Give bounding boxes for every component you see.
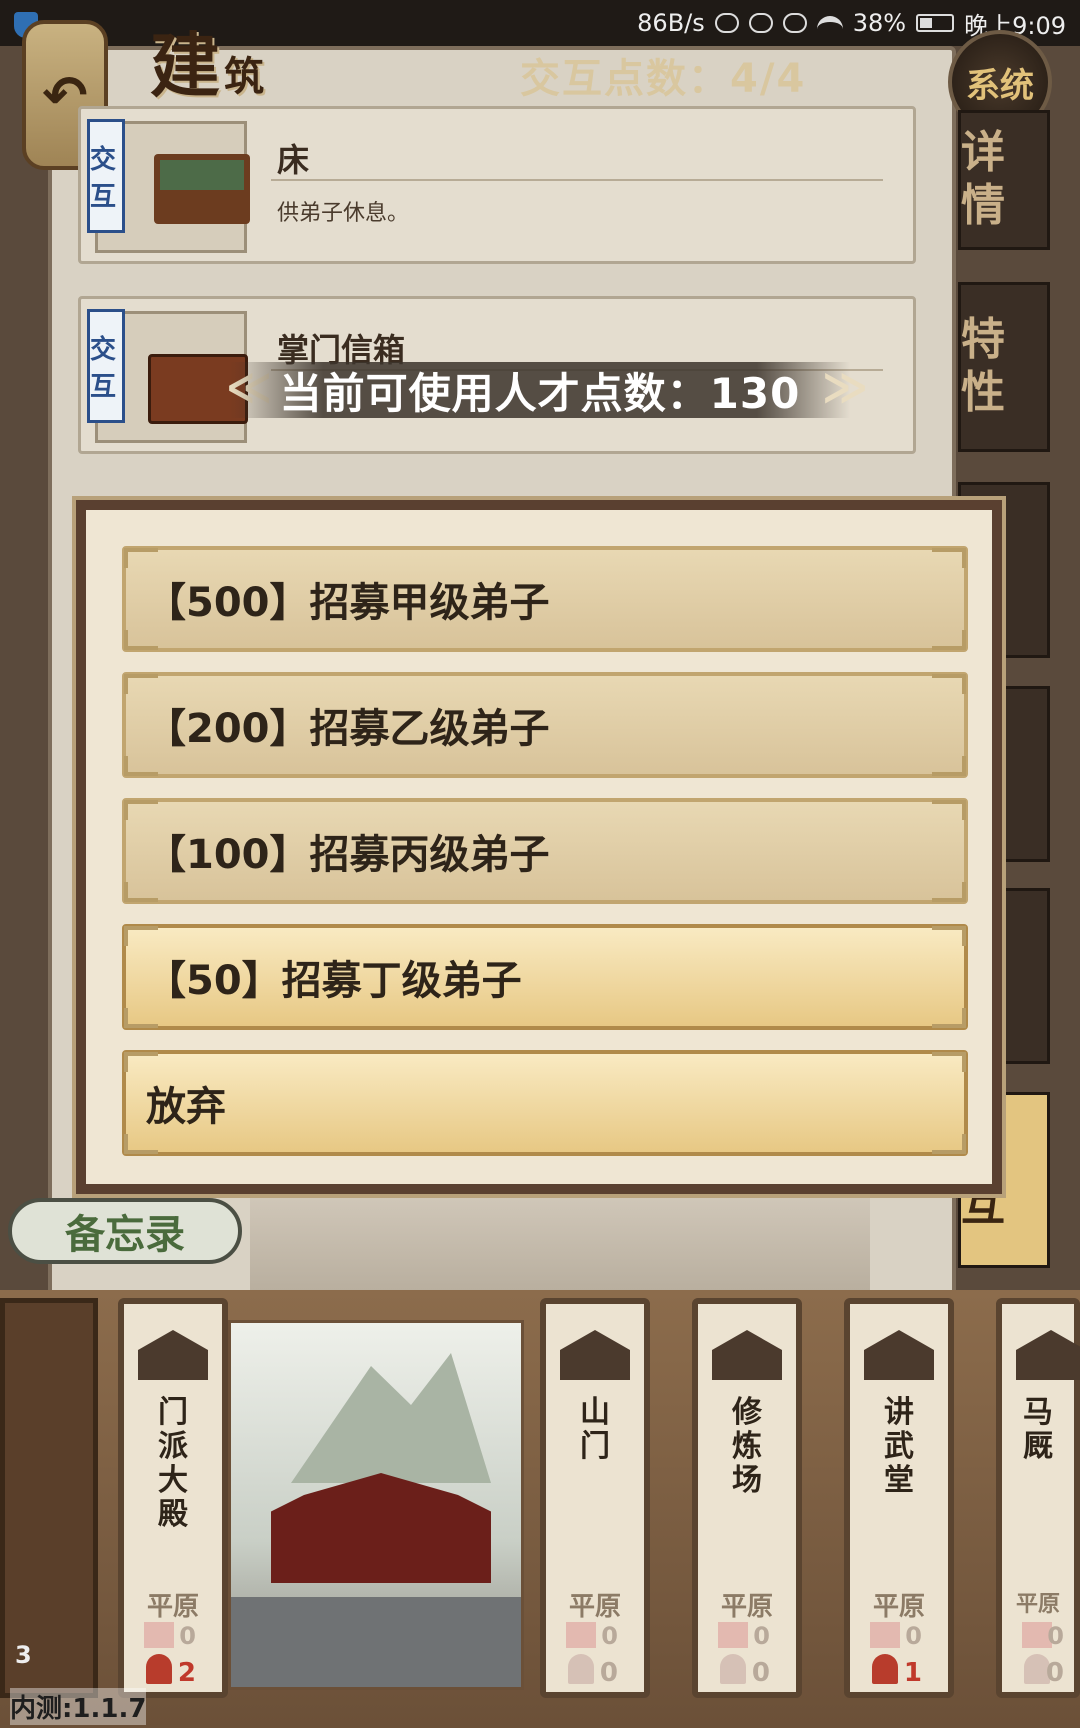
terrain-label: 平原 [872, 1592, 925, 1622]
building-card-martial-hall[interactable]: 讲武堂 平原 0 1 [844, 1298, 954, 1698]
terrain-label: 平原 [720, 1592, 773, 1622]
interact-tag: 交互 [87, 309, 125, 423]
battery-percent: 38% [852, 9, 907, 37]
terrain-label: 平原 [1015, 1592, 1060, 1617]
pond-illustration [231, 1597, 521, 1687]
stat-value: 0 [753, 1622, 770, 1650]
flag-icon [144, 1622, 174, 1648]
tab-details[interactable]: 详情 [958, 110, 1050, 250]
building-icon [1016, 1330, 1080, 1380]
mountain-illustration [291, 1353, 491, 1483]
bed-icon [154, 154, 250, 224]
person-icon [568, 1654, 594, 1684]
interaction-points: 交互点数：4/4 [520, 56, 807, 102]
interact-tag: 交互 [87, 119, 125, 233]
stat-value: 0 [601, 1622, 618, 1650]
divider [271, 179, 883, 181]
disciple-stat: 0 [599, 1658, 618, 1688]
recruit-grade-c-button[interactable]: 【100】招募丙级弟子 [122, 798, 968, 904]
page-title: 建筑 [150, 24, 268, 107]
mute-icon [748, 13, 773, 33]
disciple-stat: 1 [903, 1658, 922, 1688]
building-icon [138, 1330, 208, 1380]
building-icon [560, 1330, 630, 1380]
building-name: 讲武堂 [884, 1395, 914, 1498]
disciple-stat: 0 [751, 1658, 770, 1688]
disciple-stat: 2 [177, 1658, 196, 1688]
tab-traits[interactable]: 特性 [958, 282, 1050, 452]
building-card-stable[interactable]: 马厩 平原 0 0 [996, 1298, 1080, 1698]
courtyard-scene [250, 1180, 870, 1290]
network-speed: 86B/s [637, 9, 705, 37]
recruit-grade-d-button[interactable]: 【50】招募丁级弟子 [122, 924, 968, 1030]
building-name: 山门 [580, 1395, 610, 1464]
recruit-grade-b-button[interactable]: 【200】招募乙级弟子 [122, 672, 968, 778]
building-icon [864, 1330, 934, 1380]
building-name: 门派大殿 [158, 1395, 188, 1532]
building-card-gate[interactable]: 山门 平原 0 0 [540, 1298, 650, 1698]
terrain-label: 平原 [568, 1592, 621, 1622]
flag-icon [566, 1622, 596, 1648]
building-card-training-ground[interactable]: 修炼场 平原 0 0 [692, 1298, 802, 1698]
disciple-stat: 0 [1045, 1658, 1064, 1688]
disciple-count: 3 [15, 1641, 32, 1669]
give-up-button[interactable]: 放弃 [122, 1050, 968, 1156]
person-icon [146, 1654, 172, 1684]
stat-value: 0 [179, 1622, 196, 1650]
building-icon [712, 1330, 782, 1380]
building-name: 修炼场 [732, 1395, 762, 1498]
memo-button[interactable]: 备忘录 [8, 1198, 242, 1264]
version-label: 内测:1.1.7 [10, 1688, 147, 1725]
building-card-main-hall[interactable]: 门派大殿 平原 0 2 [118, 1298, 228, 1698]
stat-value: 0 [905, 1622, 922, 1650]
card-description: 供弟子休息。 [277, 201, 410, 226]
stat-value: 0 [1047, 1622, 1064, 1650]
battery-icon [916, 14, 955, 32]
card-name: 床 [277, 141, 310, 179]
right-ornament-icon: ≫ [822, 362, 869, 413]
recruit-dialog: 【500】招募甲级弟子 【200】招募乙级弟子 【100】招募丙级弟子 【50】… [72, 496, 1006, 1198]
wifi-icon [816, 16, 843, 30]
building-name: 马厩 [1023, 1395, 1053, 1464]
hall-illustration [271, 1473, 491, 1583]
terrain-label: 平原 [146, 1592, 199, 1622]
eye-icon [782, 13, 807, 33]
person-icon [872, 1654, 898, 1684]
sect-scene-image [228, 1320, 524, 1690]
recruit-grade-a-button[interactable]: 【500】招募甲级弟子 [122, 546, 968, 652]
talent-points-banner: 当前可使用人才点数：130 [230, 362, 850, 418]
person-icon [720, 1654, 746, 1684]
interaction-card-bed[interactable]: 交互 床 供弟子休息。 [78, 106, 916, 264]
flag-icon [870, 1622, 900, 1648]
flag-icon [718, 1622, 748, 1648]
headphone-icon [714, 13, 739, 33]
sect-artwork: 3 [0, 1298, 98, 1698]
